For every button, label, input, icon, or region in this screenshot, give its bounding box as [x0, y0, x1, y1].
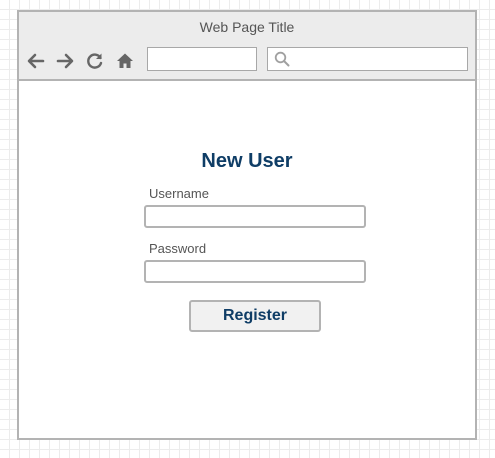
username-input[interactable]	[144, 205, 366, 228]
back-arrow-icon	[27, 53, 45, 69]
password-input[interactable]	[144, 260, 366, 283]
password-label: Password	[149, 241, 207, 256]
search-icon	[274, 51, 290, 67]
home-button[interactable]	[114, 50, 136, 72]
address-bar[interactable]	[147, 47, 257, 71]
browser-window: Web Page Title New User Username Passwor…	[17, 10, 477, 440]
register-button[interactable]: Register	[189, 300, 321, 332]
back-button[interactable]	[25, 50, 47, 72]
forward-arrow-icon	[56, 53, 74, 69]
reload-icon	[87, 53, 103, 69]
forward-button[interactable]	[54, 50, 76, 72]
home-icon	[117, 53, 133, 68]
reload-button[interactable]	[84, 50, 106, 72]
window-title: Web Page Title	[199, 19, 295, 35]
username-label: Username	[149, 186, 209, 201]
search-field[interactable]	[267, 47, 468, 71]
form-title: New User	[201, 150, 293, 172]
title-bar: Web Page Title	[19, 12, 475, 44]
search-input[interactable]	[294, 50, 468, 70]
browser-toolbar	[19, 42, 475, 81]
